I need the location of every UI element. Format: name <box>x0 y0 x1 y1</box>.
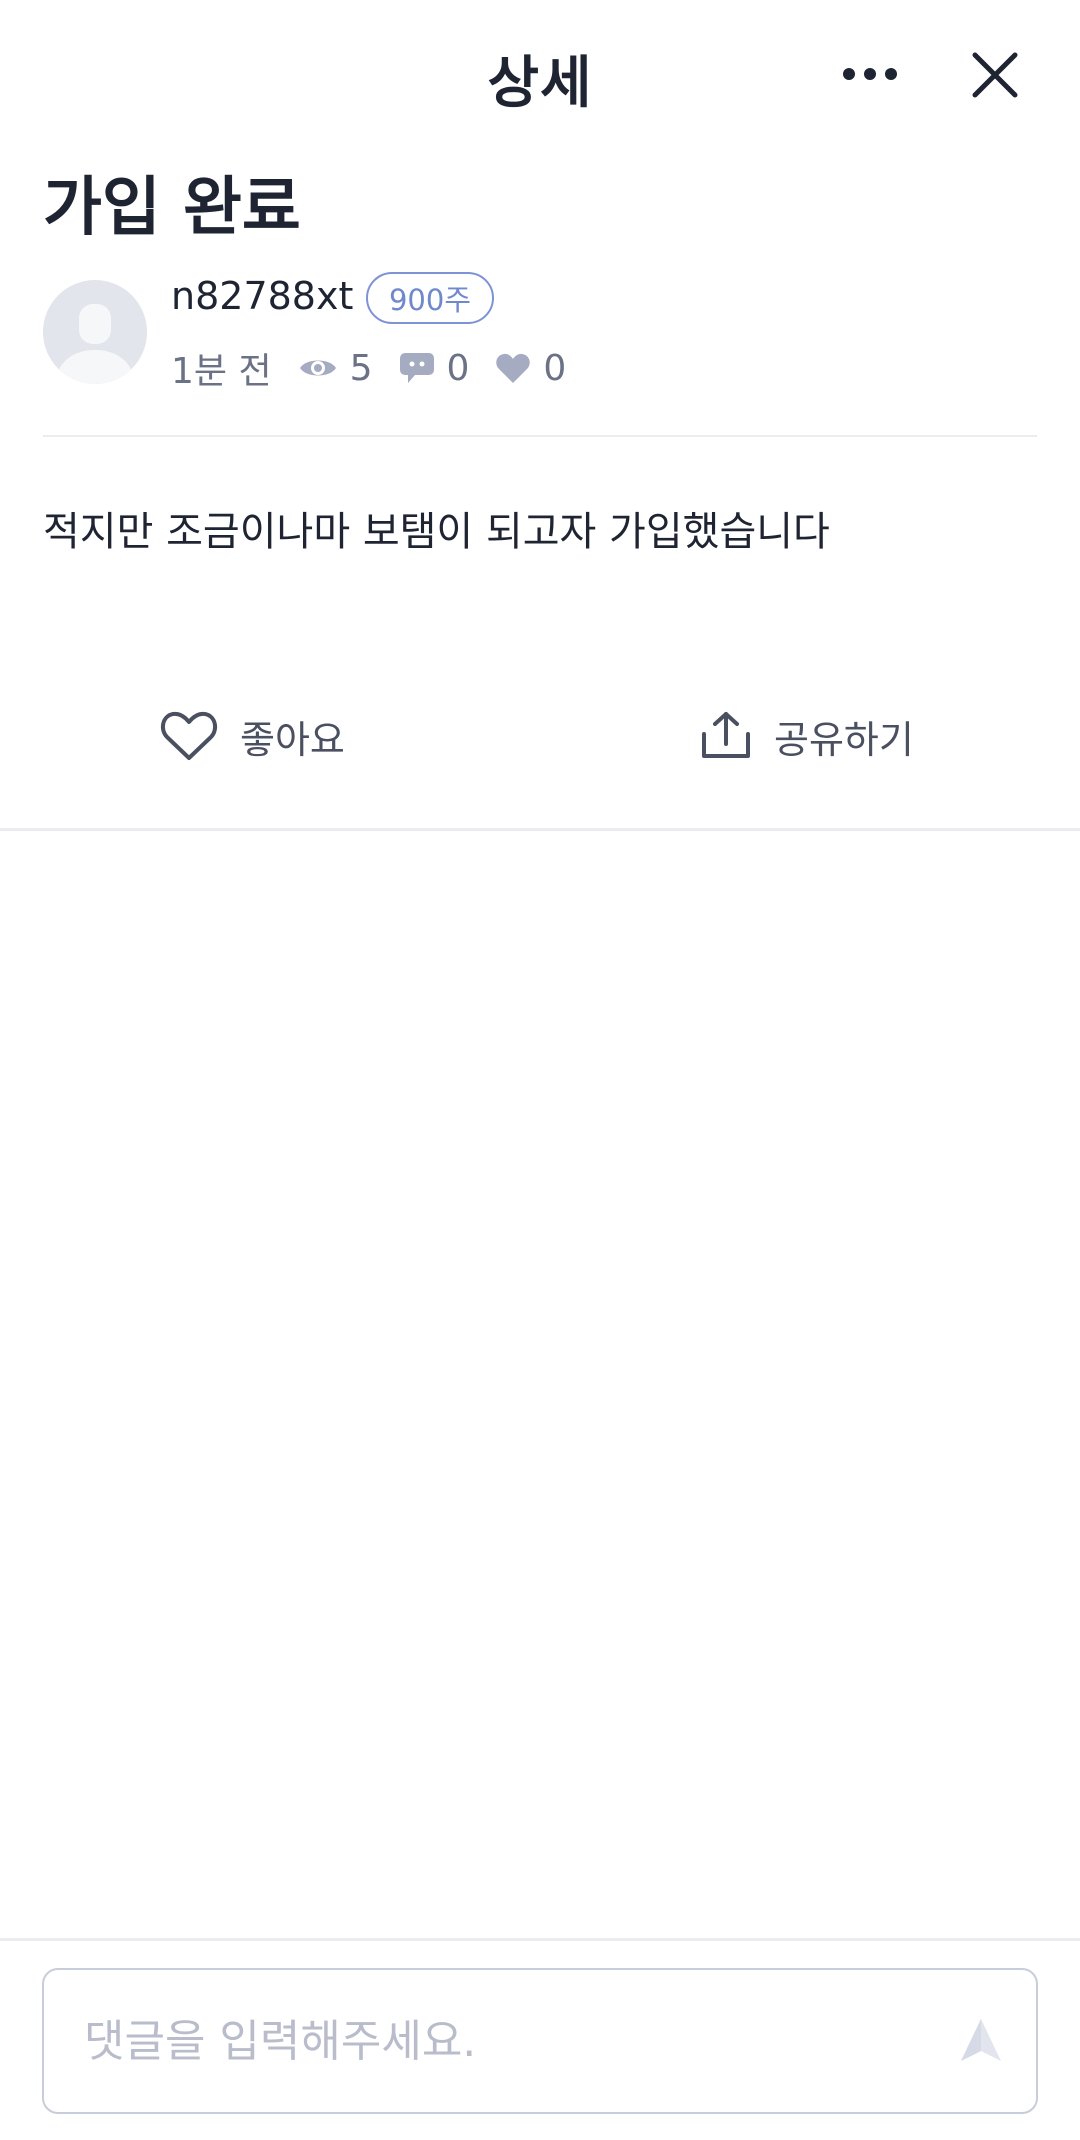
send-icon <box>961 2019 1001 2061</box>
share-button-label: 공유하기 <box>774 717 914 762</box>
author-name[interactable]: n82788xt <box>171 274 353 318</box>
comment-input[interactable] <box>84 1970 944 2112</box>
header-title: 상세 <box>487 51 593 116</box>
close-button[interactable] <box>960 40 1030 110</box>
send-button[interactable] <box>949 2008 1013 2072</box>
comment-count: 0 <box>399 347 470 389</box>
comment-count-value: 0 <box>446 347 470 389</box>
post-body: 적지만 조금이나마 보탬이 되고자 가입했습니다 <box>43 509 830 555</box>
header: 상세 <box>0 0 1080 146</box>
like-count-value: 0 <box>543 347 567 389</box>
post-detail-screen: 상세 가입 완료 n82788xt 900주 1분 전 5 0 0 적지만 조금… <box>0 0 1080 2140</box>
close-icon <box>972 52 1018 98</box>
author-badge: 900주 <box>366 272 494 324</box>
divider <box>0 828 1080 831</box>
like-count: 0 <box>495 348 566 389</box>
post-title: 가입 완료 <box>43 171 301 245</box>
post-meta: 1분 전 5 0 0 <box>171 342 592 394</box>
share-button[interactable]: 공유하기 <box>700 700 914 772</box>
view-count-value: 5 <box>349 347 373 389</box>
like-button-label: 좋아요 <box>240 717 345 762</box>
share-upload-icon <box>702 712 750 758</box>
heart-icon <box>496 353 531 383</box>
divider <box>0 1938 1080 1941</box>
comment-bubble-icon <box>399 353 434 383</box>
heart-outline-icon <box>160 711 218 760</box>
default-avatar-icon <box>43 280 147 384</box>
more-horizontal-icon <box>843 68 897 80</box>
eye-icon <box>299 360 336 376</box>
more-options-button[interactable] <box>836 44 904 104</box>
avatar[interactable] <box>43 280 147 384</box>
comment-bar <box>42 1968 1038 2114</box>
like-button[interactable]: 좋아요 <box>160 700 345 772</box>
divider <box>43 435 1037 437</box>
view-count: 5 <box>298 348 373 389</box>
post-time: 1분 전 <box>171 351 272 392</box>
